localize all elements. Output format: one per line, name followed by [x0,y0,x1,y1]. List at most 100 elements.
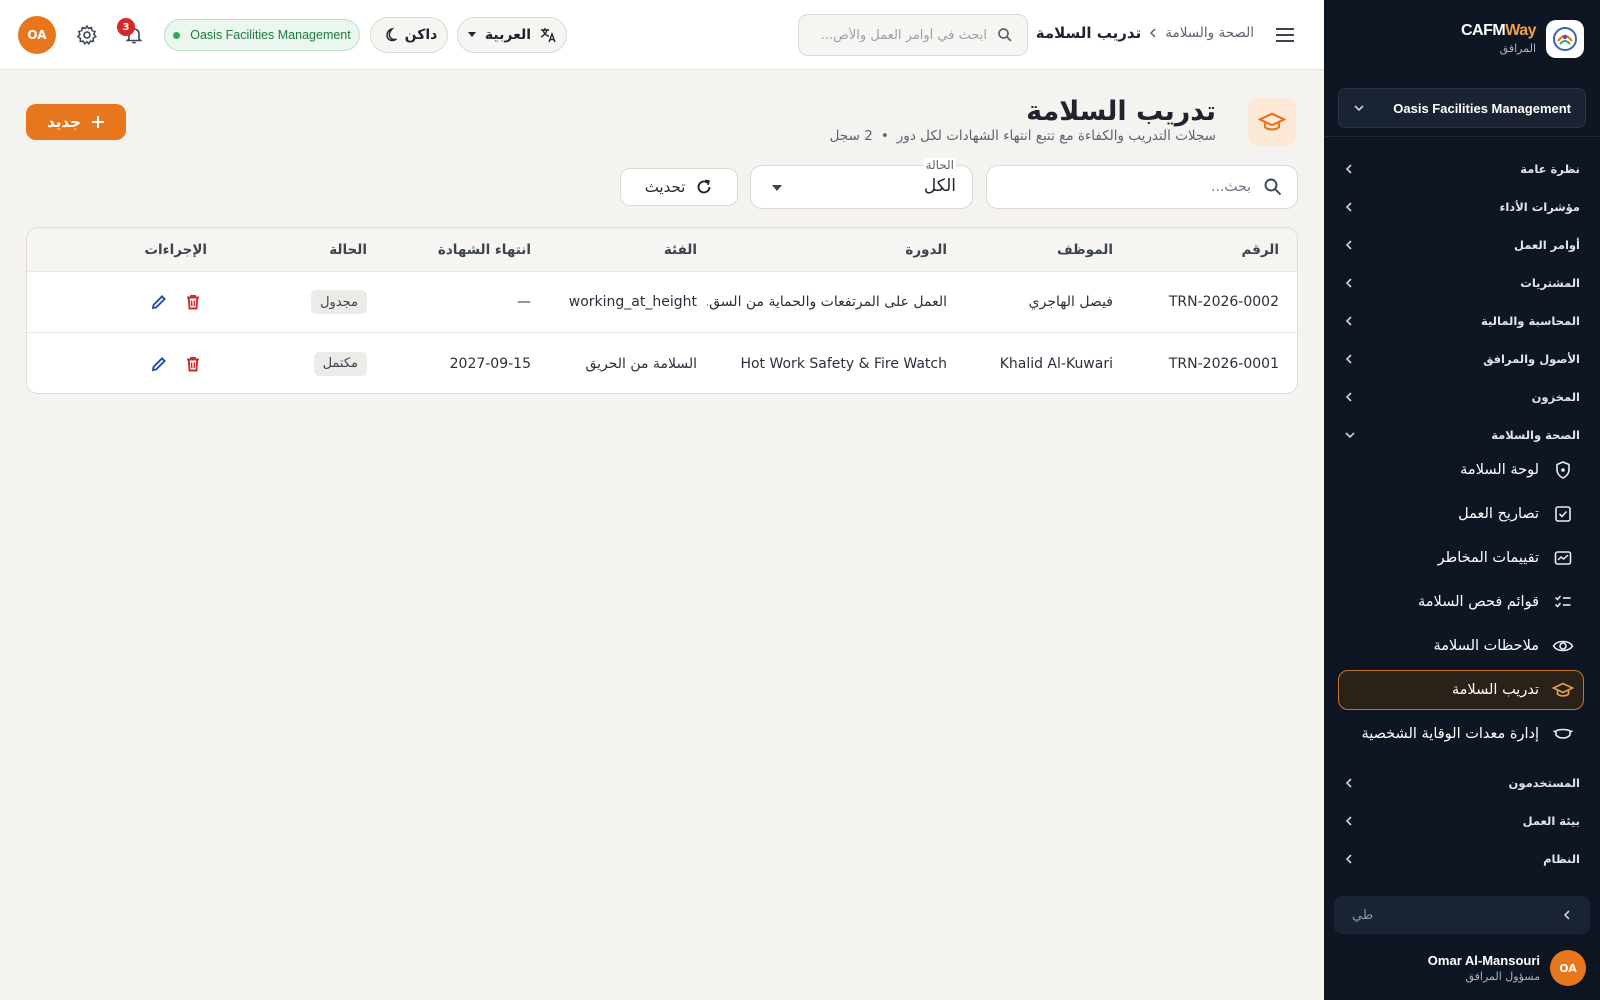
table-header: الرقم الموظف الدورة الفئة انتهاء الشهادة… [27,228,1297,272]
theme-toggle[interactable]: داكن [370,17,448,53]
brand[interactable]: CAFMWay المرافق [1340,20,1584,60]
chevron-left-icon [1345,316,1352,326]
checkbox-icon [1551,502,1575,526]
page-title: تدريب السلامة [1026,96,1216,127]
records-search-input[interactable] [1011,179,1251,195]
organization-badge-label: Oasis Facilities Management [190,28,351,42]
sidebar: CAFMWay المرافق Oasis Facilities Managem… [1324,0,1600,1000]
translate-icon [540,28,556,43]
delete-button[interactable] [179,350,207,378]
sidebar-item-safety-checklists[interactable]: قوائم فحص السلامة [1338,582,1584,622]
chevron-left-icon [1345,392,1352,402]
chevron-down-icon [1354,105,1364,112]
sidebar-item-work-permits[interactable]: تصاريح العمل [1338,494,1584,534]
column-header-category[interactable]: الفئة [567,228,697,271]
column-header-status[interactable]: الحالة [217,228,367,271]
sidebar-item-safety-dashboard[interactable]: لوحة السلامة [1338,450,1584,490]
new-record-button[interactable]: جديد [26,104,126,140]
refresh-label: تحديث [644,178,686,196]
mask-icon [1551,722,1575,746]
column-header-number[interactable]: الرقم [1139,228,1279,271]
chevron-down-icon [1345,432,1355,439]
chevron-left-icon [1345,278,1352,288]
certificate-expiry: 2027-09-15 [449,355,531,372]
chevron-left-icon [1345,354,1352,364]
delete-button[interactable] [179,288,207,316]
row-actions [47,272,207,332]
trash-icon [187,295,199,310]
language-selector[interactable]: العربية [457,17,567,53]
sidebar-section-procurement[interactable]: المشتريات [1344,272,1580,294]
table-row[interactable]: TRN-2026-0001 Khalid Al-Kuwari Hot Work … [27,333,1297,393]
sidebar-divider [1324,136,1600,137]
menu-icon[interactable] [1272,22,1298,48]
organization-selector[interactable]: Oasis Facilities Management [1338,88,1586,128]
status-filter-select[interactable]: الحالة الكل [750,158,973,209]
moon-icon [385,27,397,42]
sidebar-section-assets[interactable]: الأصول والمرافق [1344,348,1580,370]
chevron-left-icon [1345,778,1352,788]
edit-button[interactable] [145,350,173,378]
status-filter-label: الحالة [923,158,956,172]
refresh-button[interactable]: تحديث [620,168,738,206]
sidebar-item-risk-assessments[interactable]: تقييمات المخاطر [1338,538,1584,578]
record-number: TRN-2026-0001 [1168,355,1279,372]
brand-subtitle: المرافق [1499,42,1536,55]
sidebar-section-health-safety[interactable]: الصحة والسلامة [1344,424,1580,446]
training-records-table: الرقم الموظف الدورة الفئة انتهاء الشهادة… [26,227,1298,394]
chevron-left-icon [1345,202,1352,212]
global-search[interactable] [798,14,1028,56]
avatar: OA [1550,950,1586,986]
sidebar-item-ppe-management[interactable]: إدارة معدات الوقاية الشخصية [1338,714,1584,754]
sidebar-collapse-label: طي [1352,907,1374,923]
plus-icon [91,116,104,128]
brand-logo-icon [1546,20,1584,58]
risk-icon [1551,546,1575,570]
sidebar-section-overview[interactable]: نظرة عامة [1344,158,1580,180]
caret-down-icon [772,185,782,191]
chevron-left-icon [1345,164,1352,174]
sidebar-item-safety-training[interactable]: تدريب السلامة [1338,670,1584,710]
sidebar-section-inventory[interactable]: المخزون [1344,386,1580,408]
sidebar-item-safety-observations[interactable]: ملاحظات السلامة [1338,626,1584,666]
breadcrumb: الصحة والسلامة تدريب السلامة [1036,24,1254,42]
edit-button[interactable] [145,288,173,316]
records-search[interactable] [986,165,1298,209]
avatar[interactable]: OA [18,16,56,54]
chevron-left-icon [1345,240,1352,250]
search-icon [997,27,1013,43]
page-subtitle: سجلات التدريب والكفاءة مع تتبع انتهاء ال… [830,128,1216,144]
sidebar-section-work-orders[interactable]: أوامر العمل [1344,234,1580,256]
sidebar-section-workspace[interactable]: بيئة العمل [1344,810,1580,832]
global-search-input[interactable] [817,27,987,43]
organization-status-badge: Oasis Facilities Management [164,19,360,51]
sidebar-user[interactable]: OA Omar Al-Mansouri مسؤول المرافق [1336,950,1586,990]
column-header-course[interactable]: الدورة [707,228,947,271]
language-label: العربية [484,27,532,43]
theme-label: داكن [404,27,438,43]
breadcrumb-parent[interactable]: الصحة والسلامة [1165,25,1254,41]
checklist-icon [1551,590,1575,614]
breadcrumb-current: تدريب السلامة [1035,24,1142,42]
chevron-left-icon [1563,910,1570,920]
table-row[interactable]: TRN-2026-0002 فيصل الهاجري العمل على الم… [27,272,1297,333]
sidebar-collapse-button[interactable]: طي [1334,896,1590,934]
column-header-certificate-expiry[interactable]: انتهاء الشهادة [381,228,531,271]
category: working_at_height [568,294,697,310]
course-name: Hot Work Safety & Fire Watch [740,355,947,372]
column-header-employee[interactable]: الموظف [953,228,1113,271]
user-role: مسؤول المرافق [1465,970,1540,983]
pencil-icon [151,356,166,371]
graduation-cap-icon [1248,98,1296,146]
row-actions [47,333,207,393]
page-description: سجلات التدريب والكفاءة مع تتبع انتهاء ال… [896,128,1216,144]
settings-button[interactable] [72,20,102,50]
sidebar-section-kpis[interactable]: مؤشرات الأداء [1344,196,1580,218]
sidebar-section-system[interactable]: النظام [1344,848,1580,870]
sidebar-section-finance[interactable]: المحاسبة والمالية [1344,310,1580,332]
search-icon [1263,177,1283,197]
status-dot [173,31,181,39]
sidebar-section-users[interactable]: المستخدمون [1344,772,1580,794]
chevron-left-icon [1345,816,1352,826]
top-header: الصحة والسلامة تدريب السلامة العربية داك… [0,0,1324,70]
